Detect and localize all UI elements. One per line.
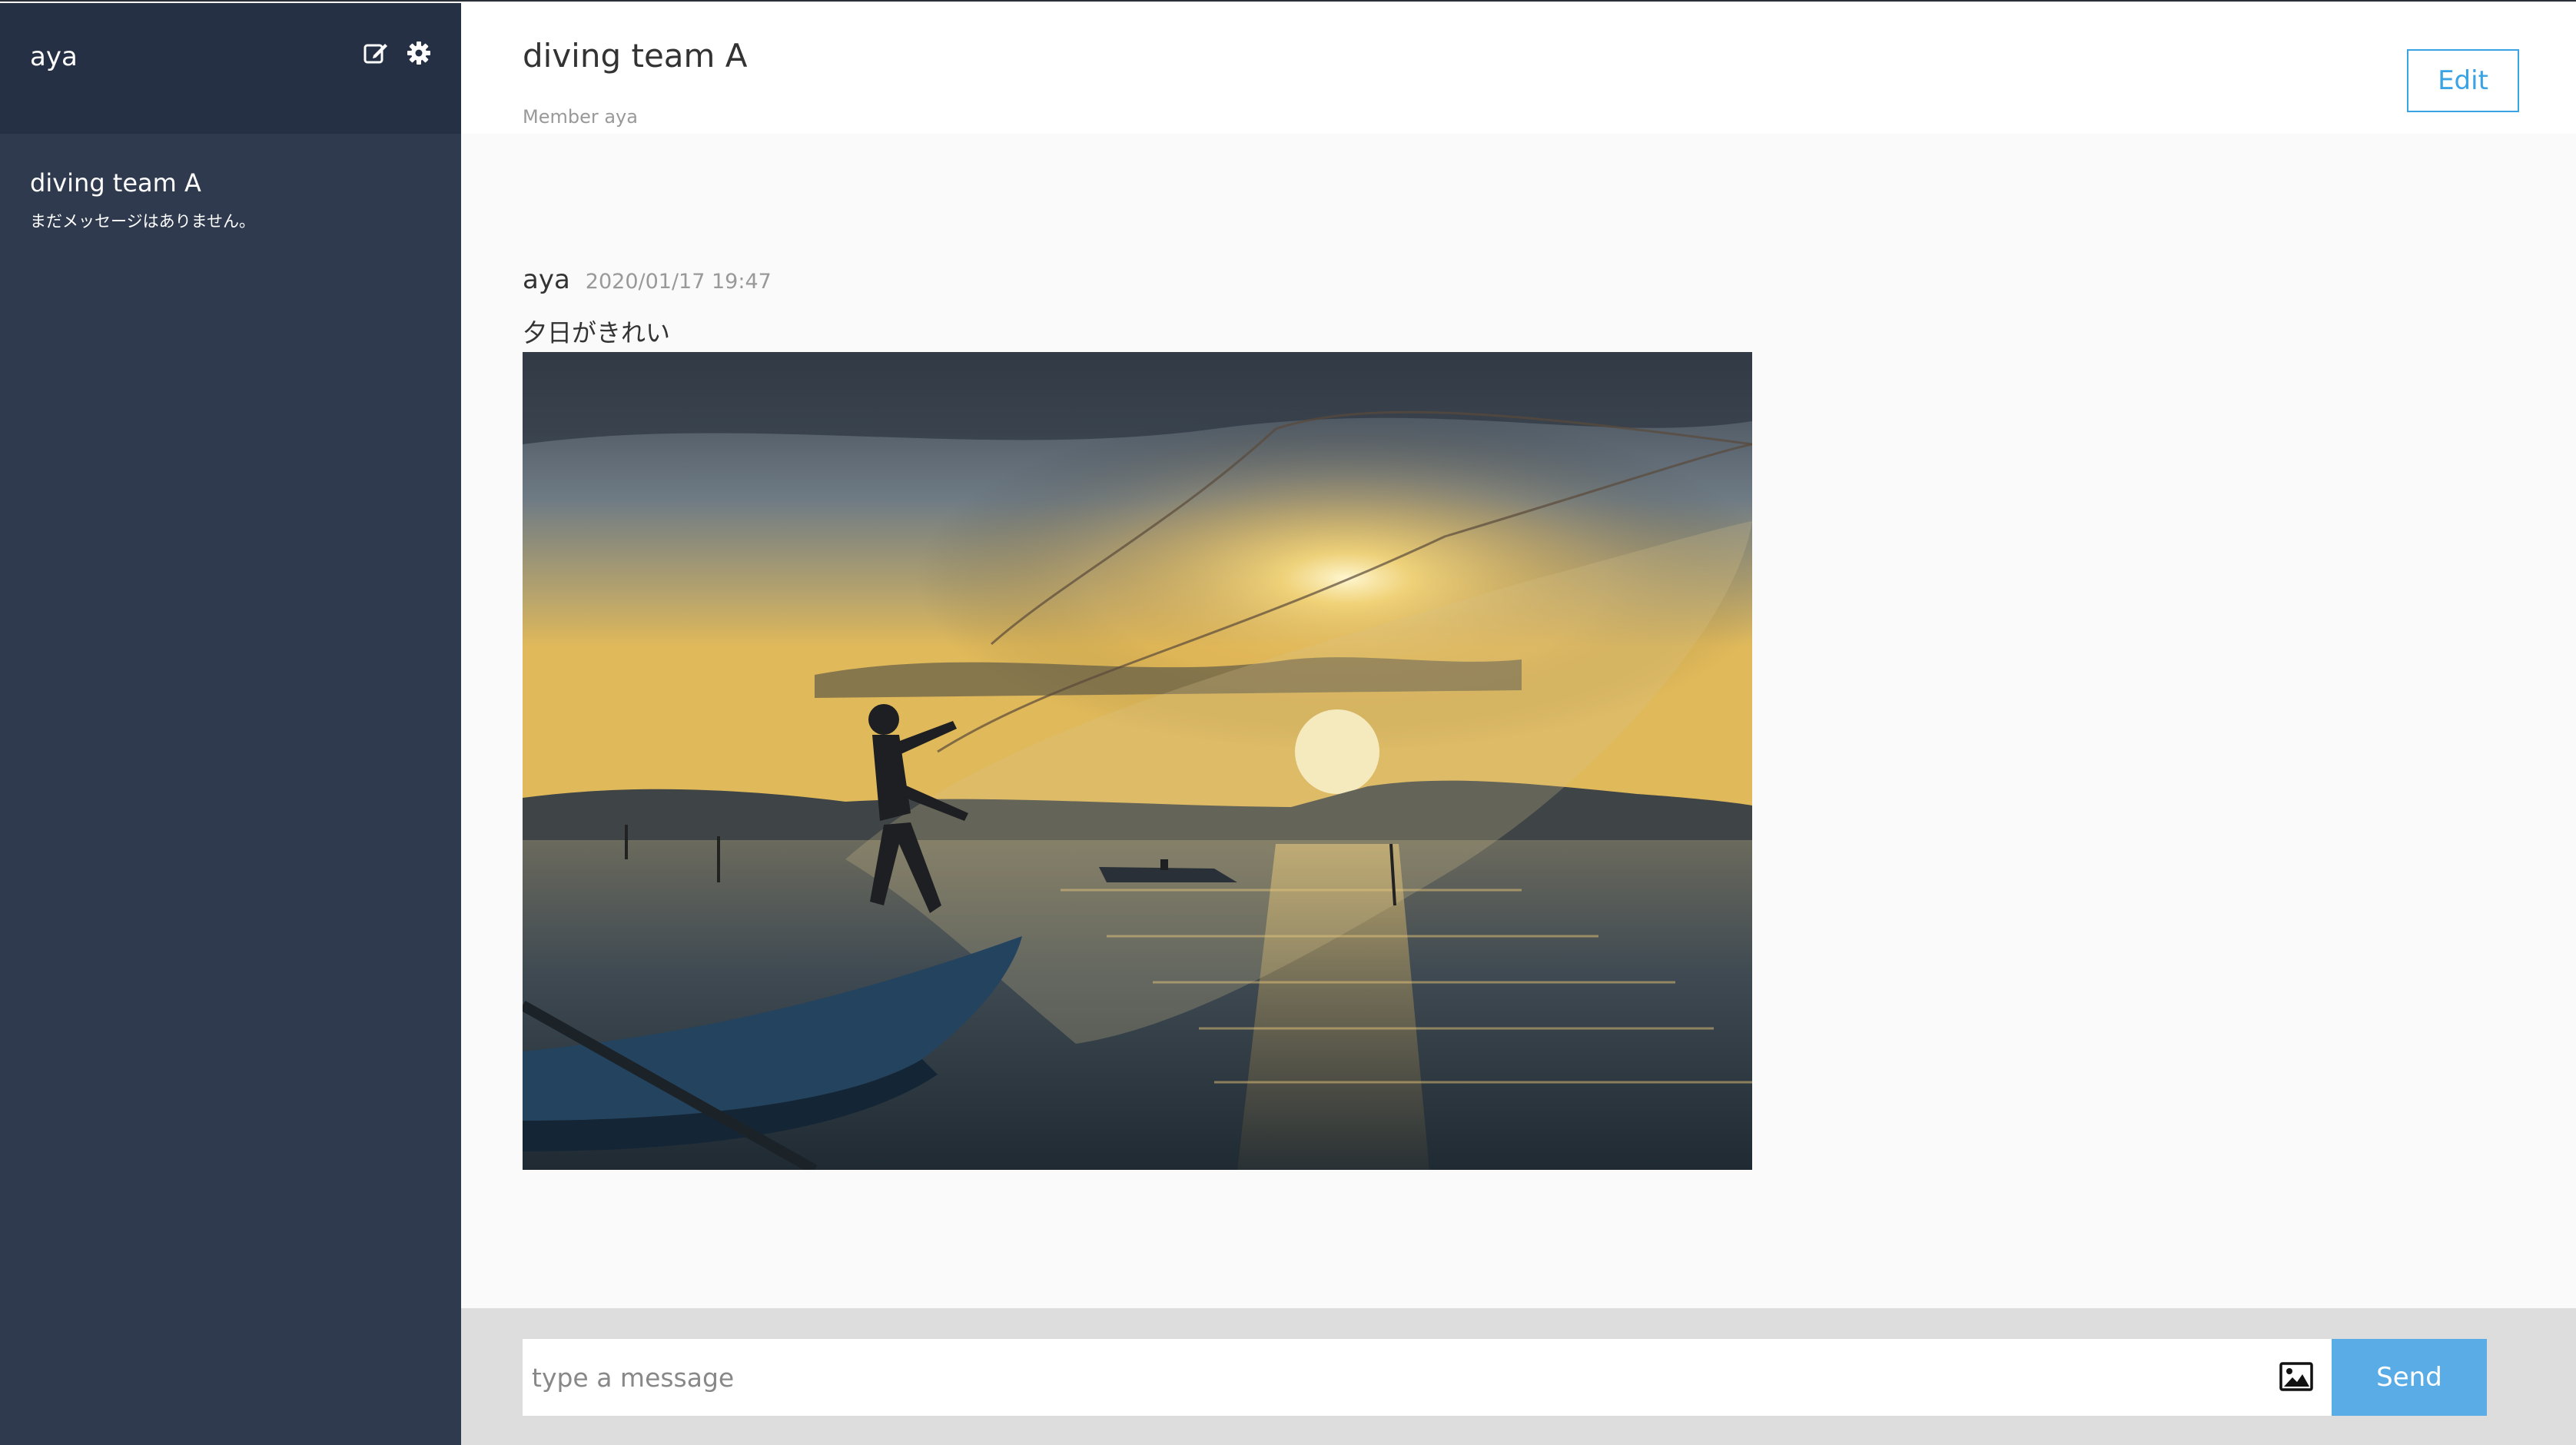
- message-form: Send: [461, 1308, 2576, 1445]
- message-user: aya: [523, 264, 570, 295]
- message-list: aya 2020/01/17 19:47 夕日がきれい: [461, 134, 2576, 1308]
- gear-icon[interactable]: [406, 40, 432, 66]
- send-button[interactable]: Send: [2332, 1339, 2487, 1416]
- edit-button[interactable]: Edit: [2407, 49, 2519, 112]
- chat-app: aya diving team A まだメッセージはありません。 diving …: [0, 0, 2576, 1445]
- message: aya 2020/01/17 19:47 夕日がきれい: [523, 264, 1752, 1170]
- message-input[interactable]: [523, 1339, 2244, 1416]
- edit-icon[interactable]: [363, 40, 389, 66]
- message-date: 2020/01/17 19:47: [585, 270, 772, 294]
- message-header: aya 2020/01/17 19:47: [523, 264, 1752, 295]
- group-name: diving team A: [30, 168, 201, 198]
- group-last-message: まだメッセージはありません。: [30, 212, 255, 231]
- member-list: Member aya: [523, 106, 638, 128]
- chat-header: diving team A Member aya Edit: [461, 3, 2576, 134]
- message-image: [523, 352, 1752, 1170]
- sidebar-actions: [363, 40, 432, 66]
- sidebar-header: aya: [0, 3, 461, 134]
- page-title: diving team A: [523, 37, 748, 75]
- message-input-wrapper: [523, 1339, 2332, 1416]
- image-icon[interactable]: [2279, 1362, 2313, 1391]
- current-user-name: aya: [30, 42, 78, 72]
- message-text: 夕日がきれい: [523, 318, 671, 347]
- group-item[interactable]: diving team A まだメッセージはありません。: [30, 166, 255, 232]
- sidebar: aya diving team A まだメッセージはありません。: [0, 3, 461, 1445]
- main-panel: diving team A Member aya Edit aya 2020/0…: [461, 3, 2576, 1445]
